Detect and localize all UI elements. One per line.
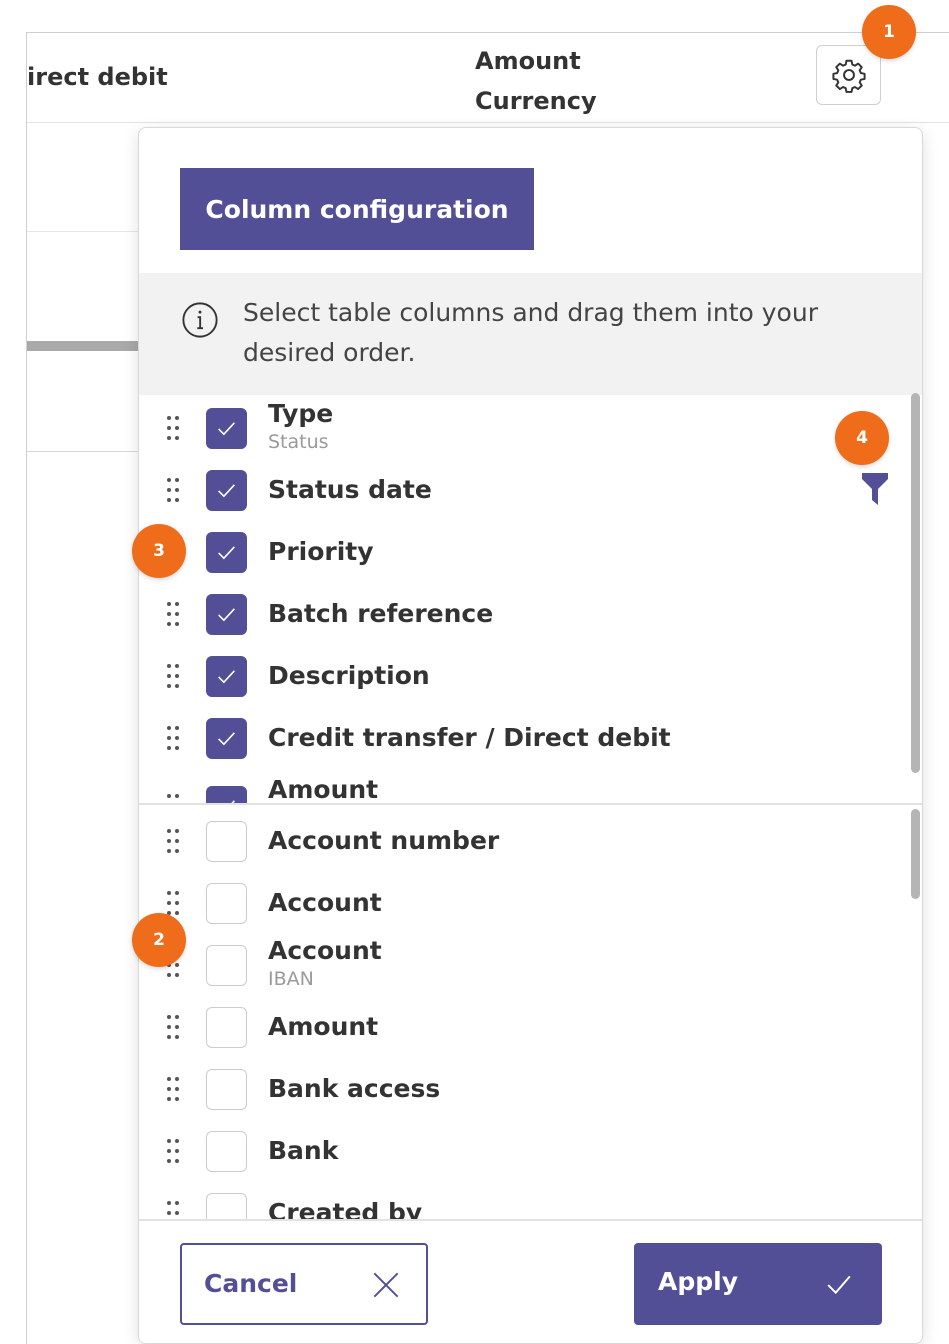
drag-handle-icon[interactable] [165, 415, 181, 441]
drag-handle-icon[interactable] [165, 477, 181, 503]
drag-handle-icon[interactable] [165, 725, 181, 751]
checkbox[interactable] [206, 1069, 247, 1110]
info-text: Select table columns and drag them into … [243, 298, 818, 367]
list-item-label: Credit transfer / Direct debit [268, 723, 671, 752]
drag-handle-icon[interactable] [165, 601, 181, 627]
drag-handle-icon[interactable] [165, 793, 181, 803]
list-item-sublabel: IBAN [268, 968, 314, 990]
apply-button[interactable]: Apply [634, 1243, 882, 1325]
list-item[interactable]: Credit transfer / Direct debit [139, 707, 922, 769]
list-item-label: Bank access [268, 1074, 441, 1103]
drag-handle-icon[interactable] [165, 1138, 181, 1164]
close-icon [373, 1272, 399, 1298]
table-row-divider [27, 231, 139, 232]
checkbox[interactable] [206, 786, 247, 803]
list-item-label: Type [268, 399, 334, 428]
checkbox[interactable] [206, 470, 247, 511]
panel-footer: Cancel Apply [139, 1219, 922, 1343]
filter-icon[interactable] [862, 473, 888, 505]
info-banner: Select table columns and drag them into … [139, 273, 922, 395]
list-item[interactable]: Type Status [139, 397, 922, 459]
available-list-scrollbar[interactable] [911, 809, 920, 899]
drag-handle-icon[interactable] [165, 1014, 181, 1040]
drag-handle-icon[interactable] [165, 828, 181, 854]
available-columns-list[interactable]: Account number Account Account IBAN Amou… [139, 807, 922, 1219]
list-item-label: Amount [268, 775, 379, 804]
column-header-amount-line1: Amount [475, 47, 581, 75]
list-item[interactable]: Amount [139, 769, 922, 804]
selected-columns-list[interactable]: Type Status Status date Priority Batch r… [139, 395, 922, 805]
checkbox[interactable] [206, 883, 247, 924]
column-header-amount[interactable]: Amount Currency [475, 41, 615, 121]
checkbox[interactable] [206, 532, 247, 573]
column-configuration-panel: Column configuration Select table column… [138, 127, 923, 1344]
checkbox[interactable] [206, 1007, 247, 1048]
table-header: irect debit Amount Currency [27, 33, 949, 123]
column-settings-button[interactable] [816, 45, 881, 105]
checkbox[interactable] [206, 945, 247, 986]
info-icon [182, 302, 218, 338]
check-icon [218, 670, 235, 684]
annotation-badge-4: 4 [835, 411, 889, 465]
check-icon [218, 422, 235, 436]
check-icon [231, 800, 235, 803]
list-item-label: Batch reference [268, 599, 494, 628]
list-item-label: Bank [268, 1136, 339, 1165]
list-item[interactable]: Account [139, 872, 922, 934]
annotation-badge-2: 2 [132, 913, 186, 967]
apply-button-label: Apply [658, 1267, 739, 1296]
list-item[interactable]: Bank access [139, 1058, 922, 1120]
list-item[interactable]: Account number [139, 810, 922, 872]
check-icon [218, 546, 235, 560]
app-stage: irect debit Amount Currency 1 2 3 4 Colu… [0, 0, 949, 1344]
check-icon [218, 608, 235, 622]
checkbox[interactable] [206, 821, 247, 862]
list-item[interactable]: Status date [139, 459, 922, 521]
list-item-label: Priority [268, 537, 374, 566]
drag-handle-icon[interactable] [165, 663, 181, 689]
cancel-button-label: Cancel [204, 1269, 298, 1298]
column-header-direct-debit[interactable]: irect debit [27, 63, 168, 91]
column-header-amount-line2: Currency [475, 87, 597, 115]
annotation-badge-1: 1 [862, 5, 916, 59]
checkbox[interactable] [206, 408, 247, 449]
checkbox[interactable] [206, 718, 247, 759]
list-item-label: Account [268, 936, 382, 965]
selected-list-scrollbar[interactable] [911, 393, 920, 773]
table-row-divider [27, 451, 139, 452]
list-item[interactable]: Batch reference [139, 583, 922, 645]
list-item-label: Status date [268, 475, 432, 504]
checkbox[interactable] [206, 1193, 247, 1219]
gear-icon [831, 59, 866, 93]
list-item[interactable]: Account IBAN [139, 934, 922, 996]
list-item[interactable]: Priority [139, 521, 922, 583]
list-item-label: Account [268, 888, 382, 917]
check-icon [218, 732, 235, 746]
list-item-label: Amount [268, 1012, 379, 1041]
check-icon [827, 1275, 851, 1295]
check-icon [218, 484, 235, 498]
list-item[interactable]: Bank [139, 1120, 922, 1182]
list-item-label: Account number [268, 826, 500, 855]
list-item-label: Description [268, 661, 430, 690]
list-item-sublabel: Status [268, 431, 329, 453]
checkbox[interactable] [206, 594, 247, 635]
cancel-button[interactable]: Cancel [180, 1243, 428, 1325]
table-row-bar [27, 341, 139, 351]
list-item-label: Created by [268, 1198, 423, 1219]
checkbox[interactable] [206, 656, 247, 697]
list-item[interactable]: Amount [139, 996, 922, 1058]
drag-handle-icon[interactable] [165, 1200, 181, 1219]
drag-handle-icon[interactable] [165, 1076, 181, 1102]
drag-handle-icon[interactable] [165, 890, 181, 916]
annotation-badge-3: 3 [132, 524, 186, 578]
tab-column-configuration[interactable]: Column configuration [180, 168, 534, 250]
list-item[interactable]: Description [139, 645, 922, 707]
checkbox[interactable] [206, 1131, 247, 1172]
list-item[interactable]: Created by [139, 1182, 922, 1219]
